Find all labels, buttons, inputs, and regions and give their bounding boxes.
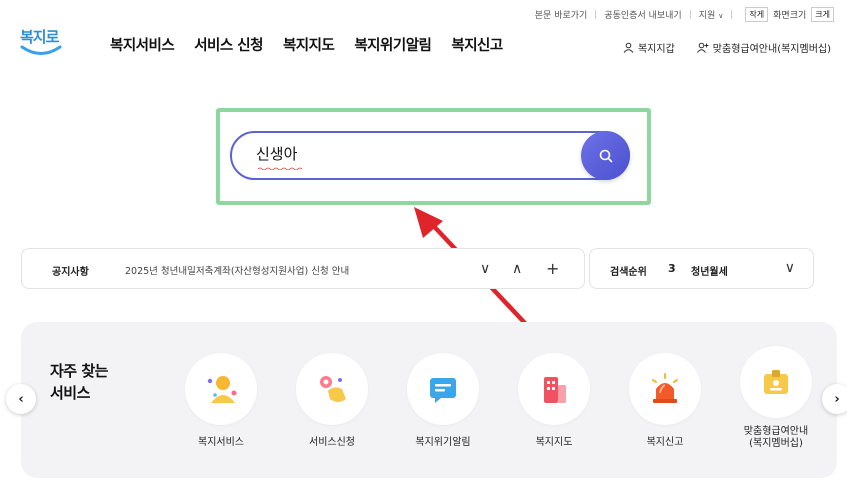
panel-title: 자주 찾는 서비스: [50, 360, 108, 404]
message-icon: [407, 353, 479, 425]
service-label: 복지서비스: [198, 437, 244, 448]
user-icon: [623, 42, 634, 53]
service-item-welfare[interactable]: 복지서비스: [176, 353, 266, 449]
divider: [731, 9, 733, 19]
site-logo[interactable]: 복지로: [20, 26, 64, 62]
service-item-report[interactable]: 복지신고: [620, 353, 710, 449]
notice-link[interactable]: 2025년 청년내일저축계좌(자산형성지원사업) 신청 안내: [125, 263, 349, 277]
support-label: 지원: [698, 10, 716, 21]
id-card-icon: [740, 346, 812, 418]
service-label: 맞춤형급여안내 (복지멤버십): [731, 426, 821, 450]
support-menu[interactable]: 지원 ∨: [691, 8, 732, 21]
service-label: 복지위기알림: [415, 437, 471, 448]
service-item-crisis-alert[interactable]: 복지위기알림: [398, 353, 488, 449]
search-ranking[interactable]: 검색순위 3 청년월세 ∨: [589, 248, 814, 289]
nav-item-service-apply[interactable]: 서비스 신청: [194, 34, 263, 55]
ranking-term[interactable]: 청년월세: [691, 263, 728, 278]
hand-tap-icon: [296, 353, 368, 425]
plus-icon[interactable]: +: [546, 260, 559, 278]
service-label: 서비스신청: [309, 437, 355, 448]
notice-bar: 공지사항 2025년 청년내일저축계좌(자산형성지원사업) 신청 안내 ∨ ∧ …: [21, 248, 585, 289]
chevron-down-icon[interactable]: ∨: [480, 260, 490, 278]
welfare-wallet-link[interactable]: 복지지갑: [623, 40, 675, 55]
chevron-down-icon: ∨: [718, 11, 724, 20]
service-label: 복지지도: [535, 437, 573, 448]
cert-export-link[interactable]: 공동인증서 내보내기: [596, 8, 689, 21]
notice-label: 공지사항: [52, 267, 89, 278]
ranking-number: 3: [668, 262, 676, 275]
font-size-control: 작게 화면크기 크게: [742, 6, 837, 22]
chevron-down-icon[interactable]: ∨: [785, 260, 795, 276]
user-plus-icon: [696, 42, 709, 53]
font-larger-button[interactable]: 크게: [811, 6, 834, 22]
nav-item-welfare-map[interactable]: 복지지도: [283, 34, 335, 55]
ranking-label: 검색순위: [610, 267, 647, 278]
chevron-left-icon: ‹: [18, 391, 24, 407]
panel-title-line2: 서비스: [50, 384, 90, 402]
skip-link[interactable]: 본문 바로가기: [527, 8, 596, 21]
main-nav: 복지서비스 서비스 신청 복지지도 복지위기알림 복지신고: [110, 34, 503, 55]
panel-title-line1: 자주 찾는: [50, 362, 108, 380]
header-links: 복지지갑 맞춤형급여안내(복지멤버십): [623, 40, 831, 55]
person-icon: [185, 353, 257, 425]
nav-item-welfare-service[interactable]: 복지서비스: [110, 34, 175, 55]
nav-item-welfare-report[interactable]: 복지신고: [451, 34, 503, 55]
service-item-apply[interactable]: 서비스신청: [287, 353, 377, 449]
chevron-right-icon: ›: [834, 391, 840, 407]
siren-icon: [629, 353, 701, 425]
carousel-prev-button[interactable]: ‹: [6, 384, 36, 414]
logo-smile-icon: [20, 45, 62, 55]
welfare-wallet-label: 복지지갑: [637, 44, 675, 55]
service-item-custom-benefit[interactable]: 맞춤형급여안내 (복지멤버십): [731, 346, 821, 450]
service-label: 복지신고: [646, 437, 684, 448]
search-bar: [230, 131, 630, 180]
custom-benefit-link[interactable]: 맞춤형급여안내(복지멤버십): [696, 40, 831, 55]
service-label-line2: (복지멤버십): [749, 438, 803, 449]
service-label-line1: 맞춤형급여안내: [743, 426, 809, 437]
frequent-services-panel: 자주 찾는 서비스 복지서비스 서비스신청 복지위기알림 복지지도 복지신고 맞…: [21, 322, 837, 478]
spellcheck-underline: [258, 167, 302, 170]
search-button[interactable]: [581, 131, 630, 180]
chevron-up-icon[interactable]: ∧: [512, 260, 522, 278]
nav-item-crisis-alert[interactable]: 복지위기알림: [354, 34, 432, 55]
service-item-map[interactable]: 복지지도: [509, 353, 599, 449]
font-size-label: 화면크기: [773, 10, 807, 21]
search-input[interactable]: [256, 144, 556, 162]
building-icon: [518, 353, 590, 425]
font-smaller-button[interactable]: 작게: [745, 6, 769, 22]
custom-benefit-label: 맞춤형급여안내(복지멤버십): [712, 44, 831, 55]
search-icon: [599, 149, 612, 162]
utility-bar: 본문 바로가기 공동인증서 내보내기 지원 ∨ 작게 화면크기 크게: [527, 6, 837, 22]
carousel-next-button[interactable]: ›: [822, 384, 847, 414]
